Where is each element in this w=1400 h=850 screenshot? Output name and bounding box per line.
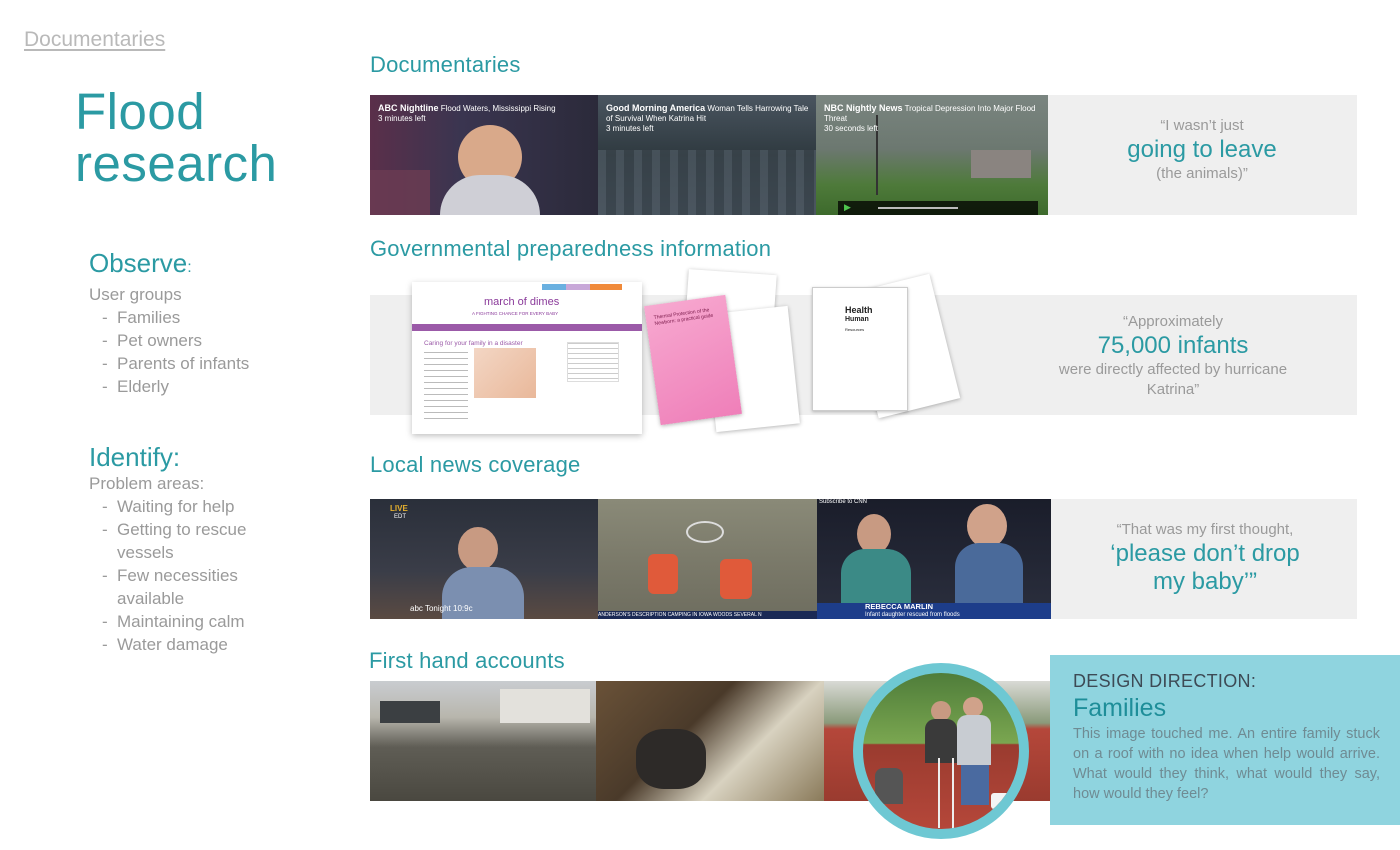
video-thumbnail[interactable]: Good Morning America Woman Tells Harrowi… (598, 95, 816, 215)
video-thumbnail[interactable]: NBC Nightly News Tropical Depression Int… (816, 95, 1048, 215)
government-heading: Governmental preparedness information (370, 236, 772, 261)
local-news-heading: Local news coverage (370, 452, 581, 477)
highlight-circle (853, 663, 1029, 839)
identify-section: Identify: Problem areas: Waiting for hel… (89, 442, 289, 656)
list-item: Families (102, 306, 329, 329)
identify-list: Waiting for help Getting to rescue vesse… (102, 495, 289, 656)
brochure-health: Health Human Resources (812, 287, 908, 411)
video-player-controls[interactable]: ▶ (838, 201, 1038, 215)
list-item: Elderly (102, 375, 329, 398)
news-clip[interactable]: ANDERSON'S DESCRIPTION CAMPING IN IOWA W… (598, 499, 817, 619)
documentaries-heading: Documentaries (370, 52, 521, 77)
documentaries-band: ABC Nightline Flood Waters, Mississippi … (370, 95, 1357, 215)
page-title: Flood research (75, 86, 277, 190)
list-item: Maintaining calm (102, 610, 289, 633)
video-caption: ABC Nightline Flood Waters, Mississippi … (378, 103, 556, 123)
list-item: Parents of infants (102, 352, 329, 375)
photo-animal-in-water (596, 681, 824, 801)
video-caption: Good Morning America Woman Tells Harrowi… (606, 103, 809, 133)
identify-heading: Identify: (89, 442, 181, 472)
website-heading: Caring for your family in a disaster (424, 340, 523, 347)
first-hand-heading: First hand accounts (369, 648, 565, 673)
observe-list: Families Pet owners Parents of infants E… (102, 306, 329, 398)
brochure-newborn: Thermal Protection of the Newborn: a pra… (644, 294, 742, 426)
list-item: Pet owners (102, 329, 329, 352)
local-news-band: LIVE EDT abc Tonight 10:9c ANDERSON'S DE… (370, 499, 1357, 619)
title-line-2: research (75, 135, 278, 192)
news-clip[interactable]: LIVE EDT abc Tonight 10:9c (370, 499, 598, 619)
play-icon[interactable]: ▶ (844, 202, 851, 213)
local-news-quote: “That was my first thought, ‘please don’… (1110, 521, 1300, 595)
website-screenshot: march of dimes A FIGHTING CHANCE FOR EVE… (412, 282, 642, 434)
design-direction-body: This image touched me. An entire family … (1073, 726, 1380, 802)
breadcrumb-link[interactable]: Documentaries (24, 28, 165, 52)
video-caption: NBC Nightly News Tropical Depression Int… (824, 103, 1036, 133)
progress-bar[interactable] (878, 207, 958, 209)
observe-heading: Observe: (89, 248, 192, 278)
list-item: Getting to rescue vessels (102, 518, 289, 564)
photo-flooded-street (370, 681, 596, 801)
website-logo: march of dimes (484, 296, 560, 308)
observe-subheading: User groups (89, 285, 182, 304)
list-item: Water damage (102, 633, 289, 656)
design-direction-heading: Families (1073, 694, 1167, 722)
list-item: Waiting for help (102, 495, 289, 518)
identify-subheading: Problem areas: (89, 474, 205, 493)
documentaries-quote: “I wasn’t just going to leave (the anima… (1127, 117, 1277, 182)
title-line-1: Flood (75, 83, 206, 140)
design-direction-label: DESIGN DIRECTION: (1073, 671, 1257, 691)
observe-section: Observe: User groups Families Pet owners… (89, 248, 329, 398)
news-clip[interactable]: Subscribe to CNN REBECCA MARLIN Infant d… (817, 499, 1051, 619)
design-direction-panel: DESIGN DIRECTION: Families This image to… (1050, 655, 1400, 825)
government-quote: “Approximately 75,000 infants were direc… (1058, 313, 1288, 398)
list-item: Few necessities available (102, 564, 289, 610)
video-thumbnail[interactable]: ABC Nightline Flood Waters, Mississippi … (370, 95, 598, 215)
